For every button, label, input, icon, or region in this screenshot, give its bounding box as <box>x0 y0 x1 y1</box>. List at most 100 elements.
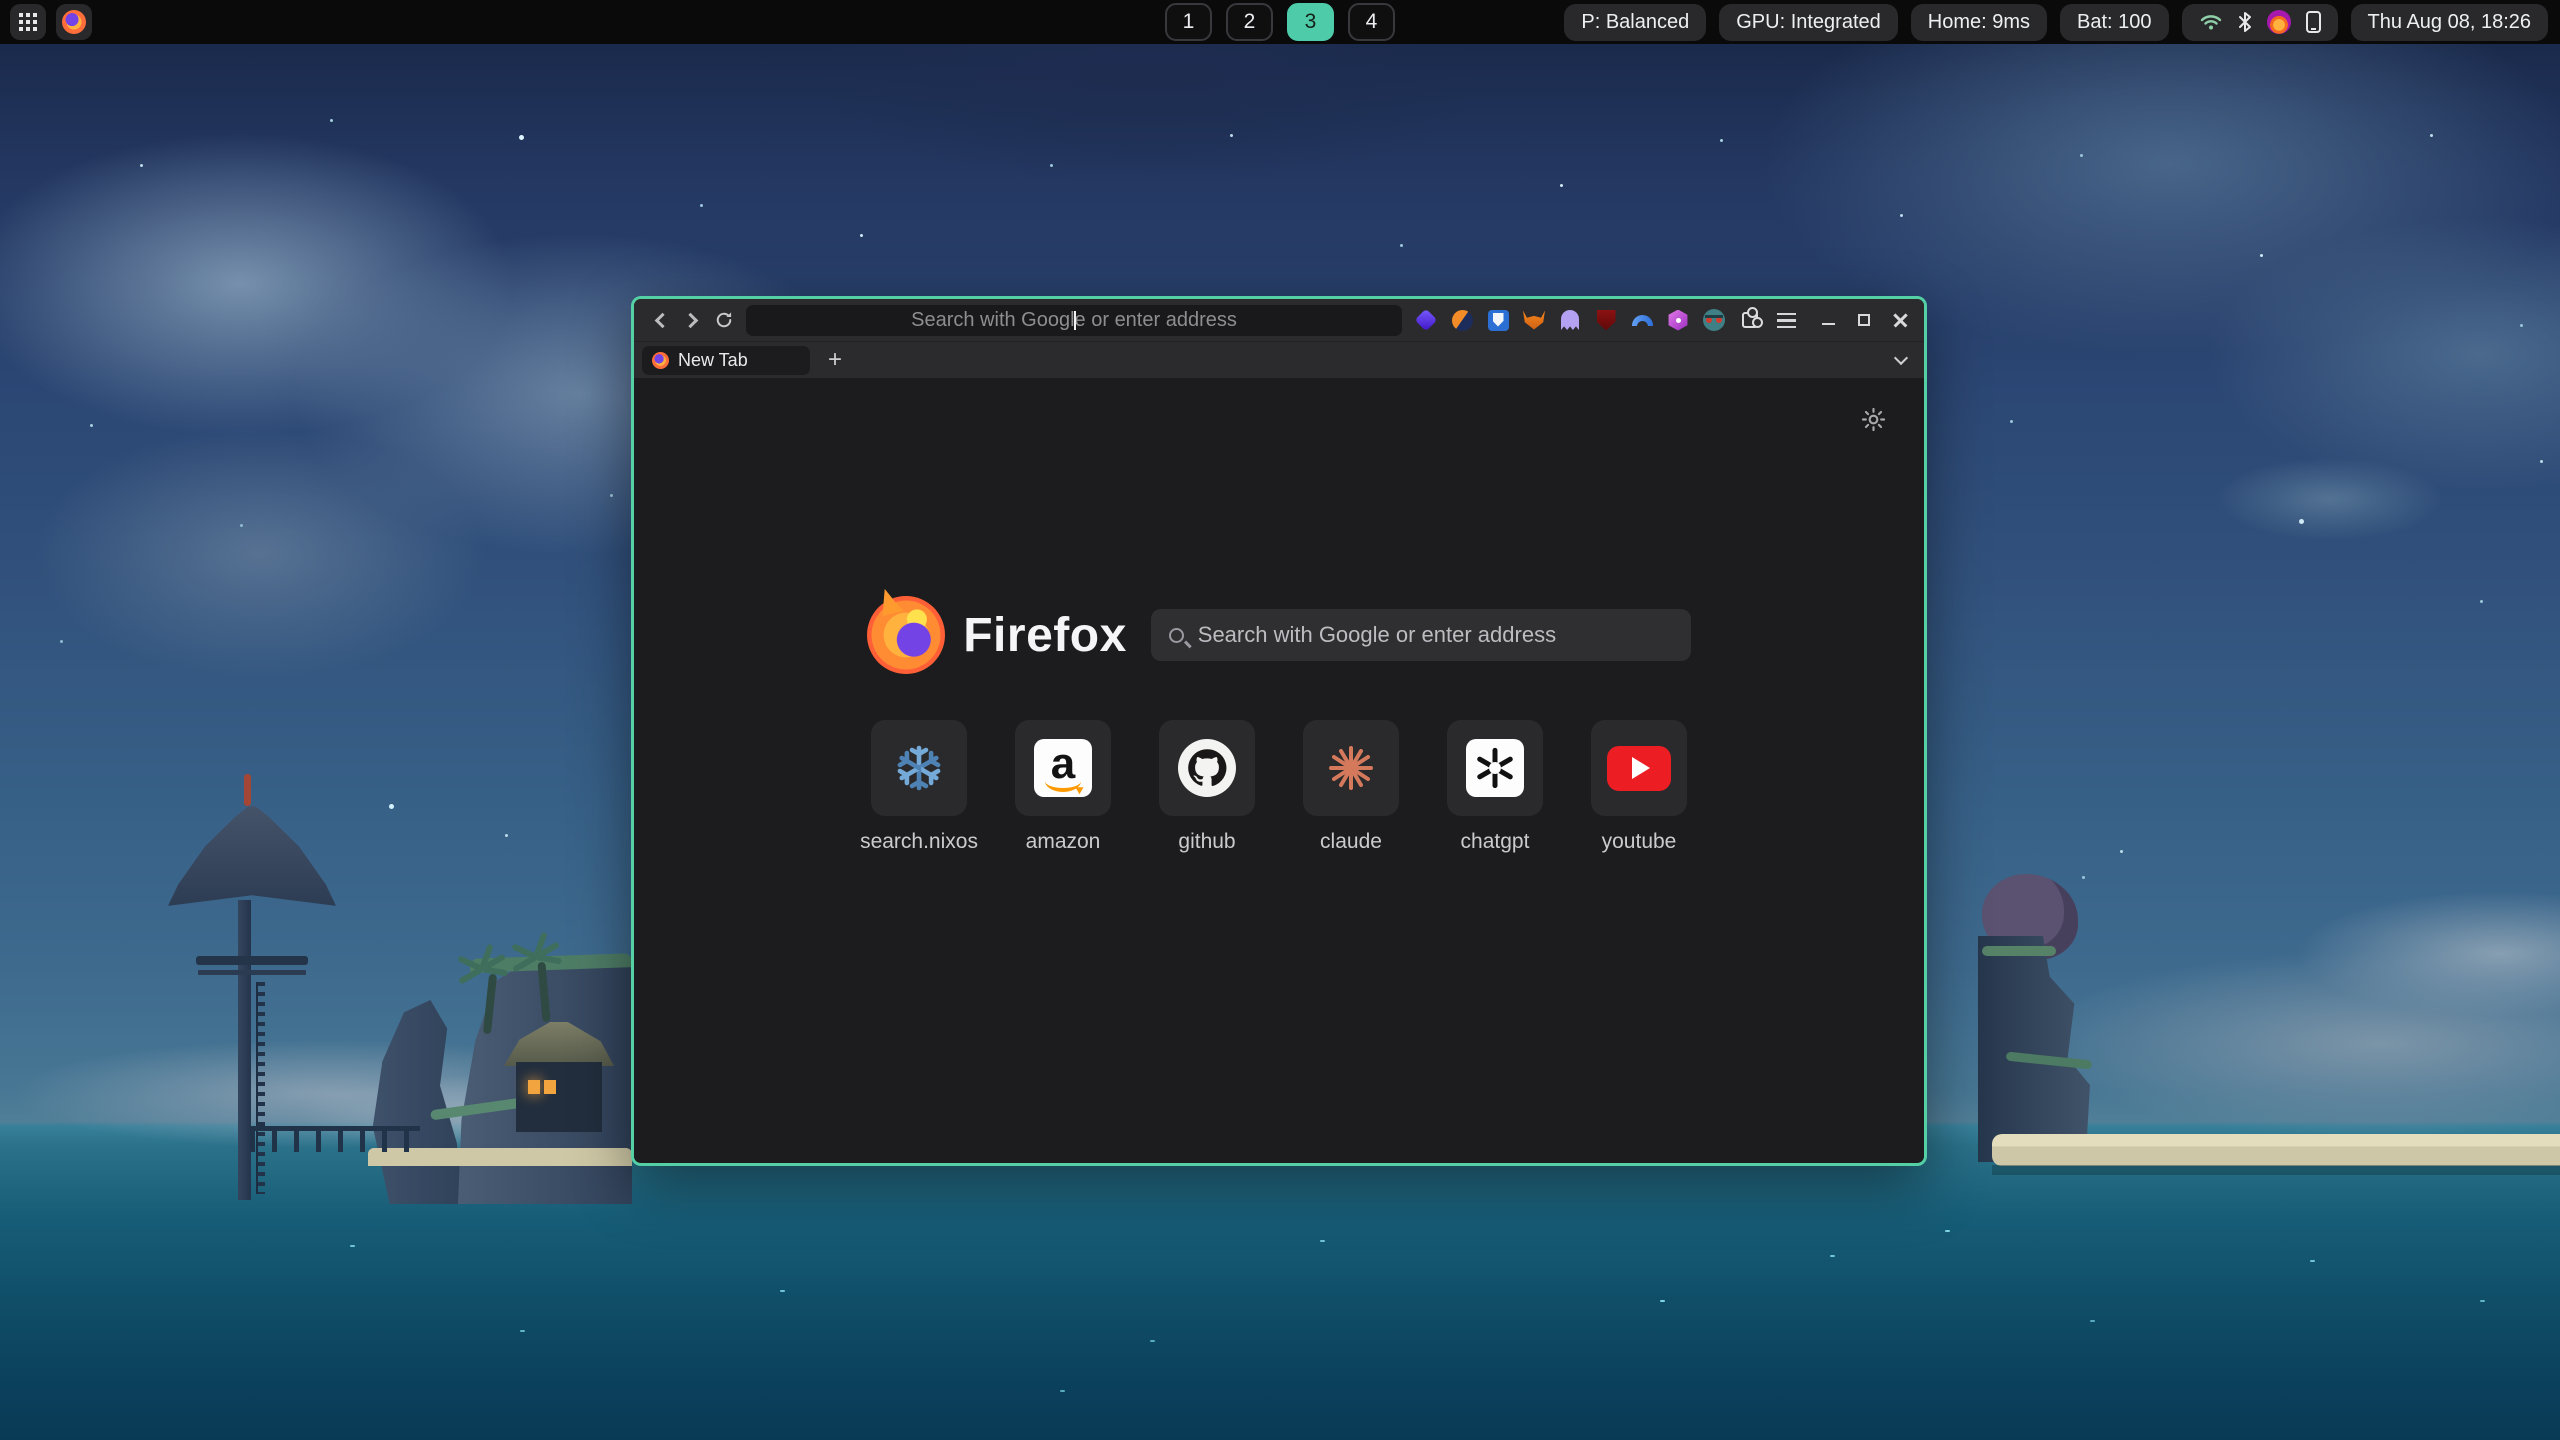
extensions-puzzle-button[interactable] <box>1738 308 1762 332</box>
firefox-wordmark: Firefox <box>963 608 1127 663</box>
workspace-button-2[interactable]: 2 <box>1226 3 1273 41</box>
power-profile-pill[interactable]: P: Balanced <box>1564 4 1706 41</box>
goggles-face-extension-icon[interactable] <box>1702 308 1726 332</box>
firefox-favicon <box>652 352 669 369</box>
network-latency-pill[interactable]: Home: 9ms <box>1911 4 2047 41</box>
shortcut-tile[interactable] <box>871 720 967 816</box>
extensions-row <box>1414 308 1798 332</box>
top-status-bar: 1 2 3 4 P: Balanced GPU: Integrated Home… <box>0 0 2560 44</box>
forward-icon <box>682 312 698 328</box>
reload-icon <box>714 310 734 330</box>
maximize-icon <box>1858 314 1870 326</box>
amazon-smile-arrow <box>1045 780 1081 792</box>
back-button[interactable] <box>644 305 676 335</box>
maximize-button[interactable] <box>1850 306 1878 334</box>
watchtower-roof <box>168 802 336 908</box>
shortcut-youtube[interactable]: youtube <box>1591 720 1687 854</box>
desktop: 1 2 3 4 P: Balanced GPU: Integrated Home… <box>0 0 2560 1440</box>
url-bar[interactable]: Search with Google or enter address <box>746 305 1402 336</box>
shortcut-amazon[interactable]: a amazon <box>1015 720 1111 854</box>
close-button[interactable] <box>1886 306 1914 334</box>
battery-pill[interactable]: Bat: 100 <box>2060 4 2169 41</box>
watchtower-pole <box>238 900 251 1200</box>
gem-extension-icon[interactable] <box>1414 308 1438 332</box>
firefox-window: Search with Google or enter address <box>631 296 1927 1166</box>
fox-wallet-extension-icon[interactable] <box>1522 308 1546 332</box>
nixos-snowflake-icon <box>891 740 947 796</box>
list-all-tabs-button[interactable] <box>1886 346 1916 375</box>
cliff-grass <box>1982 946 2056 956</box>
ghost-privacy-extension-icon[interactable] <box>1558 308 1582 332</box>
personalize-settings-button[interactable] <box>1858 404 1888 434</box>
hex-flower-extension-icon[interactable] <box>1666 308 1690 332</box>
tab-strip: New Tab + <box>634 341 1924 378</box>
vpn-arc-extension-icon[interactable] <box>1630 308 1654 332</box>
window-controls <box>1814 306 1914 334</box>
shortcut-search-nixos[interactable]: search.nixos <box>871 720 967 854</box>
wifi-icon[interactable] <box>2199 12 2223 32</box>
firefox-brand: Firefox <box>867 596 1127 674</box>
shortcut-tile[interactable] <box>1447 720 1543 816</box>
forward-button[interactable] <box>676 305 708 335</box>
amazon-icon: a <box>1034 739 1092 797</box>
hut-window <box>528 1080 540 1094</box>
clock-pill[interactable]: Thu Aug 08, 18:26 <box>2351 4 2548 41</box>
shortcut-label: search.nixos <box>860 830 978 854</box>
shortcut-label: chatgpt <box>1461 830 1530 854</box>
gear-icon <box>1860 406 1887 433</box>
workspace-switcher: 1 2 3 4 <box>1165 3 1395 41</box>
password-shield-extension-icon[interactable] <box>1486 308 1510 332</box>
shortcut-chatgpt[interactable]: chatgpt <box>1447 720 1543 854</box>
firefox-launcher-button[interactable] <box>56 4 92 40</box>
tab-title: New Tab <box>678 350 748 371</box>
chevron-down-icon <box>1894 350 1908 364</box>
app-launcher-button[interactable] <box>10 4 46 40</box>
youtube-icon <box>1607 746 1671 791</box>
shortcut-label: github <box>1178 830 1235 854</box>
adblock-shield-extension-icon[interactable] <box>1594 308 1618 332</box>
shortcut-tile[interactable]: a <box>1015 720 1111 816</box>
minimize-icon <box>1822 323 1835 326</box>
app-menu-button[interactable] <box>1774 308 1798 332</box>
shortcut-tile[interactable] <box>1159 720 1255 816</box>
phone-icon[interactable] <box>2306 11 2321 33</box>
workspace-button-4[interactable]: 4 <box>1348 3 1395 41</box>
newtab-search-input[interactable]: Search with Google or enter address <box>1151 609 1691 661</box>
new-tab-page: Firefox Search with Google or enter addr… <box>634 378 1924 1162</box>
new-tab-button[interactable]: + <box>820 346 850 375</box>
claude-starburst-icon <box>1324 741 1378 795</box>
newtab-search-placeholder: Search with Google or enter address <box>1198 622 1556 648</box>
watchtower-ladder <box>256 982 265 1194</box>
firefox-logo <box>867 596 945 674</box>
workspace-button-3-active[interactable]: 3 <box>1287 3 1334 41</box>
workspace-button-1[interactable]: 1 <box>1165 3 1212 41</box>
minimize-button[interactable] <box>1814 306 1842 334</box>
watchtower-platform <box>196 956 308 965</box>
shortcut-label: youtube <box>1602 830 1677 854</box>
wooden-pier <box>250 1126 420 1152</box>
shortcut-claude[interactable]: claude <box>1303 720 1399 854</box>
sand-waterline <box>1992 1165 2560 1175</box>
gpu-mode-pill[interactable]: GPU: Integrated <box>1719 4 1898 41</box>
shortcut-tile[interactable] <box>1591 720 1687 816</box>
search-icon <box>1169 628 1184 643</box>
browser-toolbar: Search with Google or enter address <box>634 299 1924 341</box>
watchtower-finial <box>244 774 251 806</box>
close-icon <box>1893 313 1907 327</box>
bluetooth-icon[interactable] <box>2238 11 2252 33</box>
apps-grid-icon <box>19 13 23 17</box>
media-player-icon[interactable] <box>2267 10 2291 34</box>
dark-theme-extension-icon[interactable] <box>1450 308 1474 332</box>
back-icon <box>654 312 670 328</box>
cloud <box>2180 444 2480 554</box>
github-octocat-icon <box>1178 739 1236 797</box>
sand-spit <box>1992 1134 2560 1166</box>
shortcut-tiles: search.nixos a amazon <box>634 720 1924 854</box>
shortcut-github[interactable]: github <box>1159 720 1255 854</box>
hamburger-icon <box>1777 313 1796 328</box>
shortcut-tile[interactable] <box>1303 720 1399 816</box>
shortcut-label: amazon <box>1026 830 1101 854</box>
cloud <box>700 44 1600 224</box>
reload-button[interactable] <box>708 305 740 335</box>
tab-new-tab[interactable]: New Tab <box>642 346 810 375</box>
